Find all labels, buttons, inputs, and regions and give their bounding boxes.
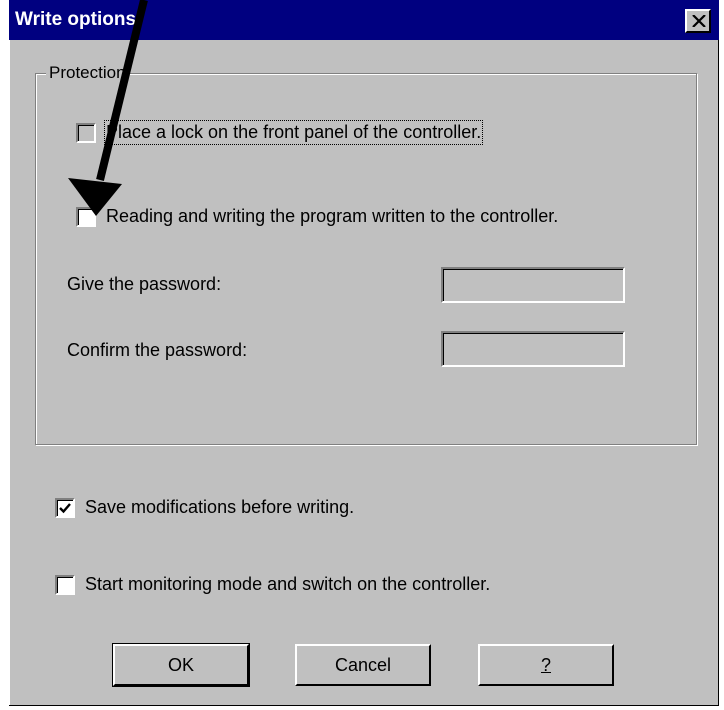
ok-button[interactable]: OK [112, 643, 250, 687]
save-modifications-option[interactable]: Save modifications before writing. [55, 497, 354, 518]
lock-panel-option[interactable]: Place a lock on the front panel of the c… [76, 120, 484, 145]
start-monitoring-label: Start monitoring mode and switch on the … [85, 574, 491, 594]
password-field[interactable] [441, 267, 625, 303]
cancel-button-label: Cancel [334, 654, 392, 675]
close-button[interactable] [685, 9, 711, 33]
title-bar[interactable]: Write options [9, 0, 719, 40]
confirm-password-label: Confirm the password: [67, 340, 248, 360]
start-monitoring-checkbox[interactable] [55, 574, 75, 595]
window-title: Write options [15, 9, 137, 30]
read-write-label: Reading and writing the program written … [106, 206, 559, 226]
save-modifications-label: Save modifications before writing. [85, 497, 355, 517]
save-modifications-checkbox[interactable] [55, 497, 75, 518]
password-label: Give the password: [67, 274, 222, 294]
lock-panel-label: Place a lock on the front panel of the c… [103, 120, 484, 145]
help-button-label: ? [540, 654, 551, 675]
start-monitoring-option[interactable]: Start monitoring mode and switch on the … [55, 574, 490, 595]
write-options-dialog: Write options Protection Place a lock on… [9, 0, 719, 706]
protection-group: Protection Place a lock on the front pan… [35, 63, 697, 445]
checkmark-icon [59, 502, 71, 513]
ok-button-label: OK [167, 654, 194, 675]
lock-panel-checkbox[interactable] [76, 122, 96, 143]
protection-group-label: Protection [46, 63, 129, 83]
close-icon [692, 15, 706, 27]
help-button[interactable]: ? [478, 644, 614, 686]
confirm-password-field[interactable] [441, 331, 625, 367]
cancel-button[interactable]: Cancel [295, 644, 431, 686]
read-write-checkbox[interactable] [76, 206, 96, 227]
read-write-option[interactable]: Reading and writing the program written … [76, 206, 558, 227]
